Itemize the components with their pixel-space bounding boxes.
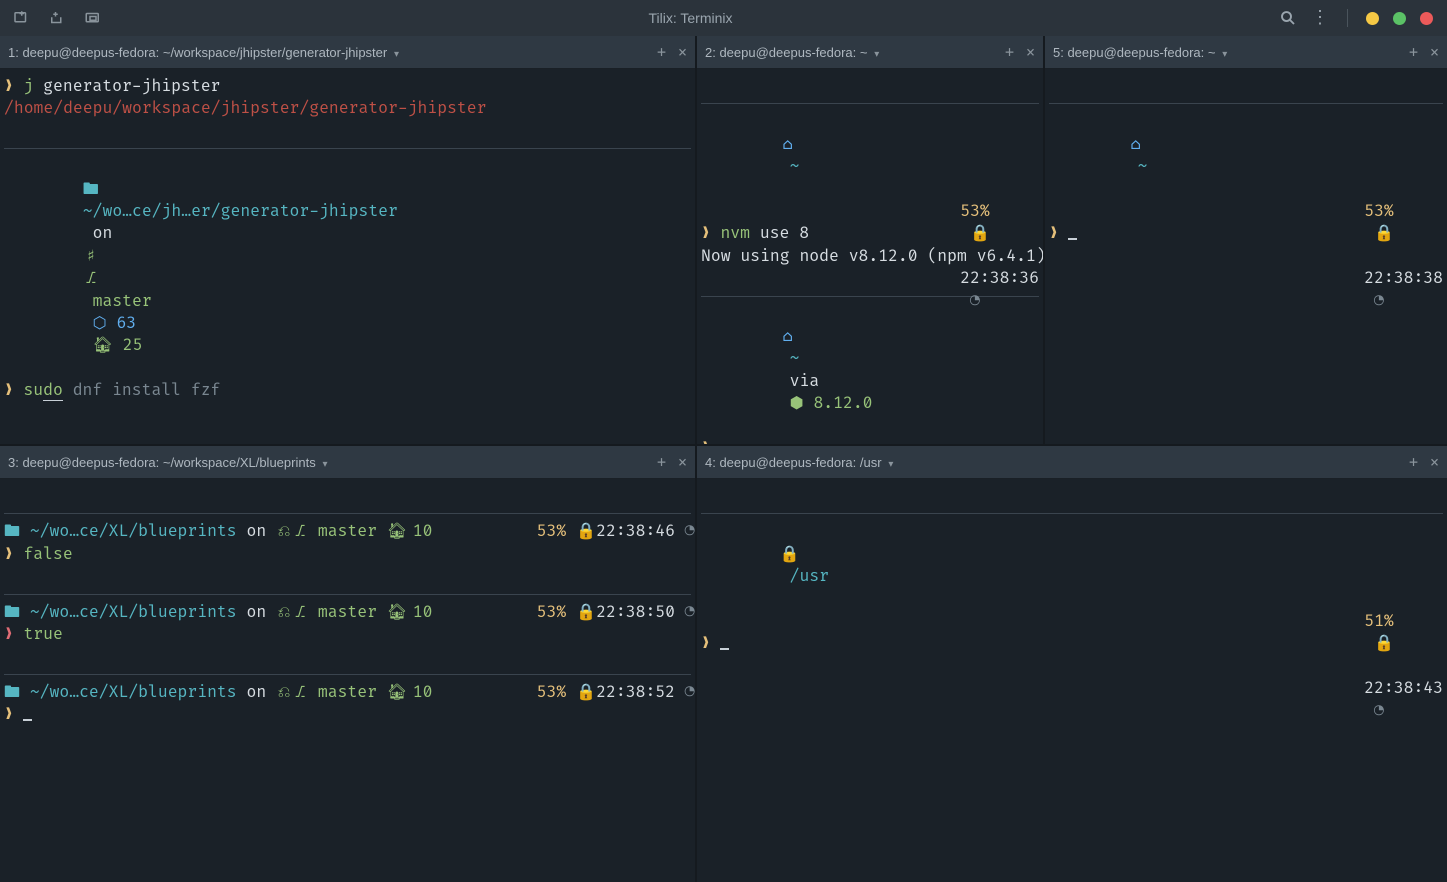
prompt-divider <box>4 674 691 675</box>
pane-5-title[interactable]: 5: deepu@deepus-fedora: ~ ▾ <box>1053 45 1403 60</box>
prompt-line: 🖿 ~/wo…ce/XL/blueprints on ⎌⎇ master 🏠︎ … <box>4 520 691 542</box>
clock-icon: ◔ <box>675 520 691 542</box>
battery-icon: 🔒 <box>566 520 582 542</box>
folder-icon: 🖿 <box>4 520 20 542</box>
window-title: Tilix: Terminix <box>102 10 1279 26</box>
battery-icon: 🔒 <box>566 601 582 623</box>
cursor <box>720 648 729 650</box>
command-line[interactable]: ❯ <box>4 703 691 725</box>
folder-icon: 🖿 <box>4 601 20 623</box>
stash-icon: 🏠︎ <box>387 520 403 542</box>
pane-close-button[interactable]: × <box>1026 43 1035 61</box>
prompt-divider <box>4 513 691 514</box>
branch-icon: ⎇ <box>83 267 99 289</box>
search-icon[interactable] <box>1279 9 1297 27</box>
pane-add-button[interactable]: + <box>657 43 666 61</box>
branch-icon: ⎇ <box>292 601 308 623</box>
pane-close-button[interactable]: × <box>1430 43 1439 61</box>
pane-4-title[interactable]: 4: deepu@deepus-fedora: /usr ▾ <box>705 455 1403 470</box>
new-tab-icon[interactable] <box>48 9 66 27</box>
pane-1-tabbar: 1: deepu@deepus-fedora: ~/workspace/jhip… <box>0 36 695 69</box>
home-icon: ⌂ <box>1128 133 1144 155</box>
pane-1-title[interactable]: 1: deepu@deepus-fedora: ~/workspace/jhip… <box>8 45 651 60</box>
terminal-pane-1[interactable]: 1: deepu@deepus-fedora: ~/workspace/jhip… <box>0 36 697 446</box>
dropdown-icon[interactable]: ▾ <box>871 49 879 60</box>
window-titlebar: Tilix: Terminix ⋮ <box>0 0 1447 36</box>
branch-icon: ⎇ <box>292 681 308 703</box>
battery-icon: 🔒 <box>1364 222 1380 244</box>
pane-5-tabbar: 5: deepu@deepus-fedora: ~ ▾ + × <box>1045 36 1447 69</box>
battery-icon: 🔒 <box>1364 632 1380 654</box>
window-minimize-button[interactable] <box>1366 12 1379 25</box>
prompt-divider <box>701 513 1443 514</box>
prompt-divider <box>4 148 691 149</box>
command-line[interactable]: ❯ true <box>4 623 691 645</box>
prompt-divider <box>1049 103 1443 104</box>
cursor <box>23 719 32 721</box>
window-close-button[interactable] <box>1420 12 1433 25</box>
prompt-divider <box>4 594 691 595</box>
folder-icon: 🖿 <box>4 681 20 703</box>
pane-3-terminal[interactable]: 🖿 ~/wo…ce/XL/blueprints on ⎌⎇ master 🏠︎ … <box>0 479 695 882</box>
pane-add-button[interactable]: + <box>657 453 666 471</box>
titlebar-right: ⋮ <box>1279 9 1447 27</box>
terminal-pane-5[interactable]: 5: deepu@deepus-fedora: ~ ▾ + × ⌂ ~ 53% … <box>1045 36 1447 446</box>
titlebar-left-icons <box>0 9 102 27</box>
pane-2-tabbar: 2: deepu@deepus-fedora: ~ ▾ + × <box>697 36 1043 69</box>
pane-close-button[interactable]: × <box>1430 453 1439 471</box>
terminal-pane-3[interactable]: 3: deepu@deepus-fedora: ~/workspace/XL/b… <box>0 446 697 882</box>
battery-icon: 🔒 <box>566 681 582 703</box>
layout-icon[interactable] <box>84 9 102 27</box>
stash-icon: 🏠︎ <box>387 681 403 703</box>
pane-5-terminal[interactable]: ⌂ ~ 53% 🔒 22:38:38 ◔ ❯ <box>1045 69 1447 444</box>
pane-3-tabbar: 3: deepu@deepus-fedora: ~/workspace/XL/b… <box>0 446 695 479</box>
branch-icon: ⎇ <box>292 520 308 542</box>
pane-3-title[interactable]: 3: deepu@deepus-fedora: ~/workspace/XL/b… <box>8 455 651 470</box>
github-icon: ♯ <box>83 245 99 267</box>
terminal-pane-4[interactable]: 4: deepu@deepus-fedora: /usr ▾ + × 🔒 /us… <box>697 446 1447 882</box>
menu-icon[interactable]: ⋮ <box>1311 9 1329 27</box>
pane-close-button[interactable]: × <box>678 453 687 471</box>
terminal-panes-grid: 1: deepu@deepus-fedora: ~/workspace/jhip… <box>0 36 1447 882</box>
folder-icon: 🖿 <box>83 178 99 200</box>
pane-add-button[interactable]: + <box>1005 43 1014 61</box>
pane-close-button[interactable]: × <box>678 43 687 61</box>
clock-icon: ◔ <box>960 290 976 312</box>
pane-add-button[interactable]: + <box>1409 43 1418 61</box>
cursor <box>1068 238 1077 240</box>
home-icon: ⌂ <box>780 325 796 347</box>
clock-icon: ◔ <box>1364 290 1380 312</box>
pane-4-terminal[interactable]: 🔒 /usr 51% 🔒 22:38:43 ◔ ❯ <box>697 479 1447 882</box>
dropdown-icon[interactable]: ▾ <box>1219 49 1227 60</box>
battery-icon: 🔒 <box>960 222 976 244</box>
dropdown-icon[interactable]: ▾ <box>320 459 328 470</box>
pane-4-tabbar: 4: deepu@deepus-fedora: /usr ▾ + × <box>697 446 1447 479</box>
stash-icon: 🏠︎ <box>387 601 403 623</box>
clock-icon: ◔ <box>1364 700 1380 722</box>
prompt-divider <box>701 103 1039 104</box>
pane-add-button[interactable]: + <box>1409 453 1418 471</box>
new-window-icon[interactable] <box>12 9 30 27</box>
prompt-line: 🖿 ~/wo…ce/XL/blueprints on ⎌⎇ master 🏠︎ … <box>4 681 691 703</box>
clock-icon: ◔ <box>675 601 691 623</box>
pane-2-terminal[interactable]: ⌂ ~ 53% 🔒 22:38:36 ◔ ❯ nvm use 8 Now usi… <box>697 69 1043 444</box>
git-icon: ⎌ <box>276 520 292 542</box>
separator <box>1347 9 1348 27</box>
terminal-pane-2[interactable]: 2: deepu@deepus-fedora: ~ ▾ + × ⌂ ~ 53% … <box>697 36 1045 446</box>
dropdown-icon[interactable]: ▾ <box>886 459 894 470</box>
window-maximize-button[interactable] <box>1393 12 1406 25</box>
dropdown-icon[interactable]: ▾ <box>391 49 399 60</box>
pane-2-title[interactable]: 2: deepu@deepus-fedora: ~ ▾ <box>705 45 999 60</box>
prompt-line: 🖿 ~/wo…ce/XL/blueprints on ⎌⎇ master 🏠︎ … <box>4 601 691 623</box>
pane-1-terminal[interactable]: ❯ j generator-jhipster /home/deepu/works… <box>0 69 695 444</box>
lock-icon: 🔒 <box>780 543 796 565</box>
git-icon: ⎌ <box>276 601 292 623</box>
git-icon: ⎌ <box>276 681 292 703</box>
home-icon: ⌂ <box>780 133 796 155</box>
command-line[interactable]: ❯ false <box>4 543 691 565</box>
clock-icon: ◔ <box>675 681 691 703</box>
